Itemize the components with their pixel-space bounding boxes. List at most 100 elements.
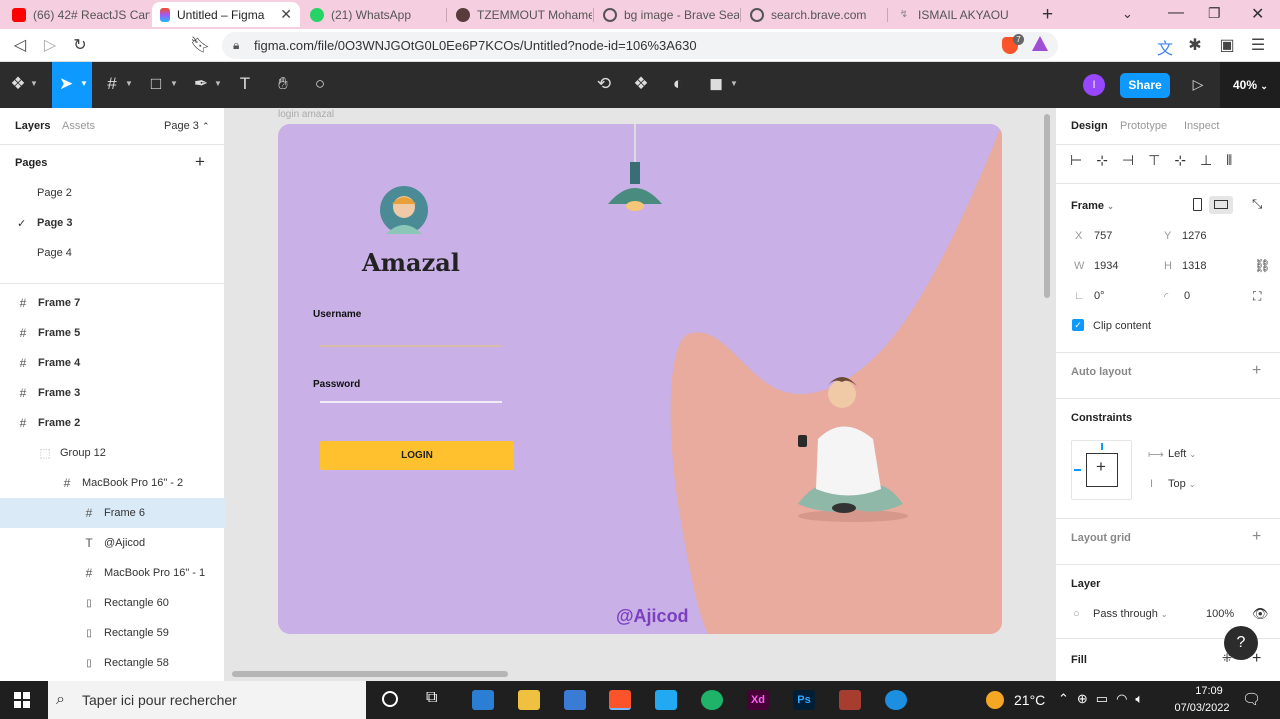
weather-temp[interactable]: 21°C xyxy=(1014,692,1045,708)
horizontal-constraint-select[interactable]: Left ⌄ xyxy=(1168,448,1196,460)
zoom-dropdown[interactable]: 40% ⌄ xyxy=(1220,62,1280,108)
add-layout-grid-icon[interactable]: + xyxy=(1252,528,1261,546)
vertical-scrollbar[interactable] xyxy=(1044,114,1050,298)
tab-search-icon[interactable]: ⌄ xyxy=(1122,6,1133,22)
page-item[interactable]: Page 2 xyxy=(0,178,225,208)
add-auto-layout-icon[interactable]: + xyxy=(1252,362,1261,380)
tab-whatsapp[interactable]: (21) WhatsApp xyxy=(302,2,444,27)
pen-tool-icon[interactable]: ✒ xyxy=(190,74,212,94)
mail-icon[interactable] xyxy=(472,690,494,710)
tab-prototype[interactable]: Prototype xyxy=(1120,120,1167,132)
comment-tool-icon[interactable]: ○ xyxy=(309,74,331,94)
tab-profile[interactable]: TZEMMOUT Mohamed xyxy=(448,2,592,27)
independent-corners-icon[interactable]: ⛶ xyxy=(1253,289,1261,304)
canvas[interactable]: login amazal Amazal Username Password LO… xyxy=(226,108,1054,681)
width-value[interactable]: 1934 xyxy=(1094,260,1118,272)
page-item[interactable]: ✓ Page 3 xyxy=(0,208,225,238)
task-view-icon[interactable]: ⧉ xyxy=(426,689,437,707)
password-input[interactable] xyxy=(320,384,502,402)
eye-icon[interactable]: 👁︎ xyxy=(1252,606,1269,622)
clock-date[interactable]: 07/03/2022 xyxy=(1170,702,1234,714)
layer-item[interactable]: T @Ajicod xyxy=(0,528,225,558)
present-icon[interactable]: ▷ xyxy=(1187,76,1209,93)
frame-section-title[interactable]: Frame ⌄ xyxy=(1071,200,1114,212)
tab-assets[interactable]: Assets xyxy=(62,120,95,132)
horizontal-scrollbar[interactable] xyxy=(232,671,508,677)
radius-value[interactable]: 0 xyxy=(1184,290,1190,302)
forward-icon[interactable]: ▷ xyxy=(40,35,60,55)
tab-search[interactable]: search.brave.com xyxy=(742,2,886,27)
x-value[interactable]: 757 xyxy=(1094,230,1112,242)
back-icon[interactable]: ◁ xyxy=(10,35,30,55)
layer-item[interactable]: # Frame 7 xyxy=(0,288,225,318)
reload-icon[interactable]: ↻ xyxy=(70,35,90,55)
layer-item[interactable]: ⬚ Group 12 xyxy=(0,438,225,468)
constrain-proportions-icon[interactable]: ⛓ xyxy=(1254,258,1271,274)
shape-tool-icon[interactable]: □ xyxy=(145,74,167,94)
component-icon[interactable]: ❖ xyxy=(630,74,652,94)
mask-icon[interactable]: ◐ xyxy=(667,74,689,94)
login-button[interactable]: LOGIN xyxy=(320,441,514,470)
system-tray-icons[interactable]: ⌃⊕▭◠🔈︎ xyxy=(1058,691,1151,707)
layer-item[interactable]: # MacBook Pro 16" - 1 xyxy=(0,558,225,588)
edge-icon[interactable] xyxy=(701,690,723,710)
layer-item[interactable]: # Frame 4 xyxy=(0,348,225,378)
layer-item[interactable]: # Frame 6 xyxy=(0,498,225,528)
user-avatar[interactable]: I xyxy=(1083,74,1105,96)
tab-figma[interactable]: Untitled – Figma ✕ xyxy=(152,2,300,27)
layer-item[interactable]: ▯ Rectangle 59 xyxy=(0,618,225,648)
photoshop-icon[interactable]: Ps xyxy=(793,690,815,710)
login-frame[interactable]: Amazal Username Password LOGIN @Ajicod xyxy=(278,124,1002,634)
tab-ismail[interactable]: ↯ ISMAIL AKYAOU xyxy=(889,2,1033,27)
adobe-xd-icon[interactable]: Xd xyxy=(747,690,769,710)
rotation-value[interactable]: 0° xyxy=(1094,290,1105,302)
vscode-icon[interactable] xyxy=(655,690,677,710)
height-value[interactable]: 1318 xyxy=(1182,260,1206,272)
file-explorer-icon[interactable] xyxy=(518,690,540,710)
figma-menu-icon[interactable]: ❖ xyxy=(7,74,29,94)
page-selector[interactable]: Page 3 ⌃ xyxy=(164,120,209,132)
blend-mode-select[interactable]: Pass through ⌄ xyxy=(1093,608,1168,620)
weather-icon[interactable] xyxy=(986,691,1004,709)
y-value[interactable]: 1276 xyxy=(1182,230,1206,242)
brave-rewards-icon[interactable] xyxy=(1032,36,1048,51)
brave-browser-icon[interactable] xyxy=(609,690,631,710)
close-window-icon[interactable]: ✕ xyxy=(1251,4,1264,24)
clock-time[interactable]: 17:09 xyxy=(1184,685,1234,697)
page-item[interactable]: Page 4 xyxy=(0,238,225,268)
extensions-icon[interactable]: ✱ xyxy=(1185,35,1205,55)
move-tool[interactable]: ➤ ▼ xyxy=(52,62,92,108)
winrar-icon[interactable] xyxy=(839,690,861,710)
url-field[interactable]: 🔒︎ figma.com/file/0O3WNJGOtG0L0Ee6P7KCOs… xyxy=(222,32,1058,59)
new-tab-icon[interactable]: + xyxy=(1042,4,1053,26)
tab-layers[interactable]: Layers xyxy=(15,120,50,132)
minimize-icon[interactable]: — xyxy=(1168,4,1184,22)
layer-item[interactable]: # Frame 3 xyxy=(0,378,225,408)
tab-youtube[interactable]: (66) 42# ReactJS Cart F xyxy=(4,2,150,27)
landscape-button[interactable] xyxy=(1209,196,1233,214)
store-icon[interactable] xyxy=(564,690,586,710)
app-icon[interactable] xyxy=(885,690,907,710)
notifications-icon[interactable]: 🗨︎ xyxy=(1242,690,1261,708)
layer-item[interactable]: # Frame 2 xyxy=(0,408,225,438)
text-tool-icon[interactable]: T xyxy=(234,74,256,94)
align-toolbar[interactable]: ⊢⊹⊣⊤⊹⊥⫴ xyxy=(1070,152,1246,169)
taskbar-search[interactable]: ⌕ Taper ici pour rechercher xyxy=(48,681,366,719)
resize-to-fit-icon[interactable]: ⤡ xyxy=(1252,196,1262,212)
portrait-icon[interactable] xyxy=(1193,198,1202,211)
frame-label[interactable]: login amazal xyxy=(278,109,334,120)
username-input[interactable] xyxy=(320,324,502,342)
vertical-constraint-select[interactable]: Top ⌄ xyxy=(1168,478,1196,490)
layer-item[interactable]: # MacBook Pro 16" - 2 xyxy=(0,468,225,498)
clip-content-checkbox[interactable]: ✓ xyxy=(1072,319,1084,331)
cortana-icon[interactable] xyxy=(382,691,398,707)
bookmark-icon[interactable]: 🔖︎ xyxy=(190,35,210,55)
boolean-icon[interactable]: ◼ xyxy=(705,74,727,94)
translate-icon[interactable]: 文 xyxy=(1155,35,1175,59)
layer-item[interactable]: ▯ Rectangle 58 xyxy=(0,648,225,678)
menu-icon[interactable]: ☰ xyxy=(1248,35,1268,55)
opacity-value[interactable]: 100% xyxy=(1206,608,1234,620)
hand-tool-icon[interactable]: ✋︎ xyxy=(272,74,294,94)
layer-item[interactable]: ▯ Rectangle 60 xyxy=(0,588,225,618)
share-button[interactable]: Share xyxy=(1120,73,1170,98)
